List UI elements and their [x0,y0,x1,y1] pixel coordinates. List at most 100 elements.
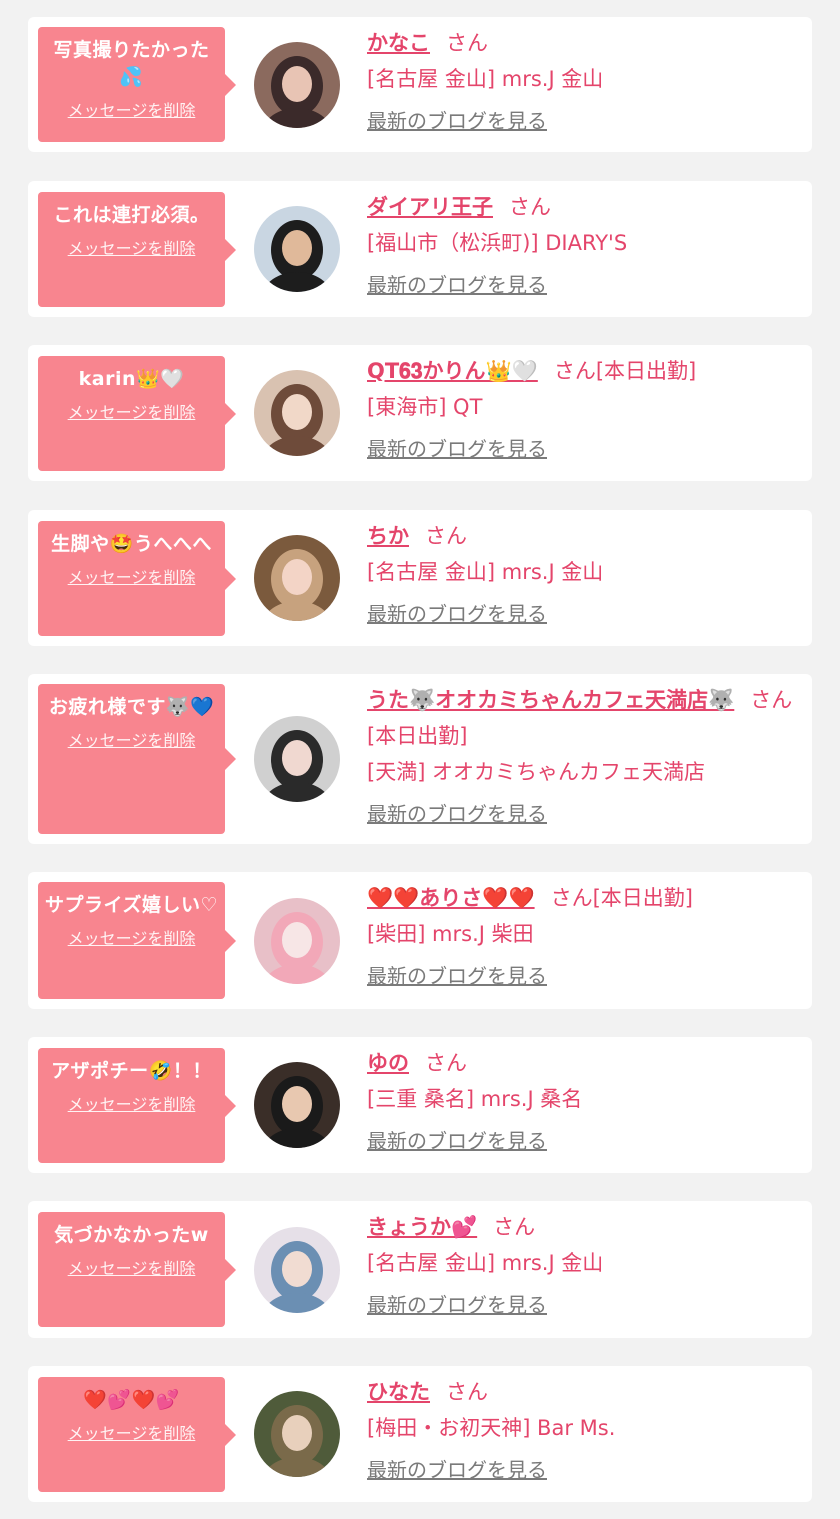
avatar-photo-icon [254,1062,340,1148]
sender-name-line: うた🐺オオカミちゃんカフェ天満店🐺 さん[本日出勤] [367,682,802,754]
sender-info: QT𝟔𝟑かりん👑🤍 さん[本日出勤] [東海市] QT 最新のブログを見る [367,353,802,467]
sender-suffix: さん [446,31,488,55]
avatar-photo-icon [254,1227,340,1313]
delete-message-link[interactable]: メッセージを削除 [38,1259,225,1279]
message-card: 気づかなかったw メッセージを削除 きょうか💕 さん [名古屋 金山] mrs.J 金山… [28,1201,812,1338]
view-blog-link[interactable]: 最新のブログを見る [367,267,802,303]
message-text: 写真撮りたかった💦 [53,39,210,88]
sender-suffix: さん[本日出勤] [550,886,693,910]
sender-info: うた🐺オオカミちゃんカフェ天満店🐺 さん[本日出勤] [天満] オオカミちゃんカフェ… [367,682,802,832]
message-card: お疲れ様です🐺💙 メッセージを削除 うた🐺オオカミちゃんカフェ天満店🐺 さん[本日出勤… [28,674,812,844]
sender-name-line: ❤️❤️ありさ❤️❤️ さん[本日出勤] [367,880,802,916]
message-bubble: ❤️💕❤️💕 メッセージを削除 [38,1377,236,1492]
sender-name-line: ちか さん [367,518,802,554]
message-card: サプライズ嬉しい♡ メッセージを削除 ❤️❤️ありさ❤️❤️ さん[本日出勤] [柴田]… [28,872,812,1009]
sender-name-link[interactable]: ゆの [367,1051,409,1075]
sender-suffix: さん [509,195,551,219]
avatar[interactable] [254,206,340,292]
sender-name-line: ひなた さん [367,1374,802,1410]
shop-label: [名古屋 金山] mrs.J 金山 [367,1251,604,1275]
message-bubble: お疲れ様です🐺💙 メッセージを削除 [38,684,236,834]
sender-name-line: QT𝟔𝟑かりん👑🤍 さん[本日出勤] [367,353,802,389]
sender-name-link[interactable]: かなこ [367,31,430,55]
avatar[interactable] [254,1227,340,1313]
shop-label: [名古屋 金山] mrs.J 金山 [367,560,604,584]
view-blog-link[interactable]: 最新のブログを見る [367,596,802,632]
message-text: 気づかなかったw [54,1224,209,1246]
sender-name-line: ゆの さん [367,1045,802,1081]
avatar[interactable] [254,898,340,984]
view-blog-link[interactable]: 最新のブログを見る [367,103,802,139]
sender-suffix: さん [493,1215,536,1239]
message-text: karin👑🤍 [78,368,185,390]
view-blog-link[interactable]: 最新のブログを見る [367,796,802,832]
message-bubble: 気づかなかったw メッセージを削除 [38,1212,236,1327]
sender-name-line: かなこ さん [367,25,802,61]
message-text: サプライズ嬉しい♡ [45,894,218,916]
avatar-photo-icon [254,370,340,456]
avatar[interactable] [254,535,340,621]
shop-label: [福山市（松浜町)] DIARY'S [367,231,628,255]
message-bubble: サプライズ嬉しい♡ メッセージを削除 [38,882,236,999]
shop-label: [三重 桑名] mrs.J 桑名 [367,1087,583,1111]
shop-label: [柴田] mrs.J 柴田 [367,922,534,946]
shop-label: [梅田・お初天神] Bar Ms. [367,1416,616,1440]
delete-message-link[interactable]: メッセージを削除 [38,1424,225,1444]
avatar[interactable] [254,716,340,802]
message-text: ❤️💕❤️💕 [83,1389,180,1411]
avatar-photo-icon [254,42,340,128]
view-blog-link[interactable]: 最新のブログを見る [367,1287,802,1323]
message-text: お疲れ様です🐺💙 [48,696,215,718]
avatar[interactable] [254,1062,340,1148]
sender-info: ひなた さん [梅田・お初天神] Bar Ms. 最新のブログを見る [367,1374,802,1488]
message-card: 写真撮りたかった💦 メッセージを削除 かなこ さん [名古屋 金山] mrs.J 金山最… [28,17,812,152]
message-card: ❤️💕❤️💕 メッセージを削除 ひなた さん [梅田・お初天神] Bar Ms. 最新のブ… [28,1366,812,1502]
avatar-photo-icon [254,535,340,621]
sender-name-line: きょうか💕 さん [367,1209,802,1245]
sender-info: ゆの さん [三重 桑名] mrs.J 桑名最新のブログを見る [367,1045,802,1159]
avatar-photo-icon [254,716,340,802]
avatar-photo-icon [254,1391,340,1477]
sender-name-link[interactable]: QT𝟔𝟑かりん👑🤍 [367,359,538,383]
message-card: アザポチー🤣！！ メッセージを削除 ゆの さん [三重 桑名] mrs.J 桑名最新のブ… [28,1037,812,1173]
delete-message-link[interactable]: メッセージを削除 [38,731,225,751]
delete-message-link[interactable]: メッセージを削除 [38,568,225,588]
message-bubble: 写真撮りたかった💦 メッセージを削除 [38,27,236,142]
delete-message-link[interactable]: メッセージを削除 [38,239,225,259]
delete-message-link[interactable]: メッセージを削除 [38,403,225,423]
sender-suffix: さん [425,1051,467,1075]
message-bubble: アザポチー🤣！！ メッセージを削除 [38,1048,236,1163]
sender-name-link[interactable]: ひなた [367,1380,430,1404]
message-bubble: 生脚や🤩うへへへ メッセージを削除 [38,521,236,636]
message-card: これは連打必須。 メッセージを削除 ダイアリ王子 さん [福山市（松浜町)] DIARY… [28,181,812,317]
sender-name-link[interactable]: ダイアリ王子 [367,195,493,219]
sender-info: きょうか💕 さん [名古屋 金山] mrs.J 金山最新のブログを見る [367,1209,802,1323]
sender-name-link[interactable]: ❤️❤️ありさ❤️❤️ [367,886,535,910]
sender-info: かなこ さん [名古屋 金山] mrs.J 金山最新のブログを見る [367,25,802,139]
message-bubble: これは連打必須。 メッセージを削除 [38,192,236,307]
sender-suffix: さん [446,1380,488,1404]
avatar[interactable] [254,42,340,128]
shop-label: [名古屋 金山] mrs.J 金山 [367,67,604,91]
message-text: アザポチー🤣！！ [51,1060,212,1082]
sender-name-link[interactable]: うた🐺オオカミちゃんカフェ天満店🐺 [367,688,734,712]
view-blog-link[interactable]: 最新のブログを見る [367,1452,802,1488]
delete-message-link[interactable]: メッセージを削除 [38,1095,225,1115]
sender-info: ちか さん [名古屋 金山] mrs.J 金山最新のブログを見る [367,518,802,632]
avatar[interactable] [254,370,340,456]
sender-suffix: さん[本日出勤] [553,359,697,383]
message-text: これは連打必須。 [53,204,210,226]
view-blog-link[interactable]: 最新のブログを見る [367,1123,802,1159]
delete-message-link[interactable]: メッセージを削除 [38,101,225,121]
view-blog-link[interactable]: 最新のブログを見る [367,431,802,467]
message-card: karin👑🤍 メッセージを削除 QT𝟔𝟑かりん👑🤍 さん[本日出勤] [東海市] QT… [28,345,812,481]
sender-suffix: さん [425,524,467,548]
sender-name-line: ダイアリ王子 さん [367,189,802,225]
view-blog-link[interactable]: 最新のブログを見る [367,958,802,994]
sender-info: ダイアリ王子 さん [福山市（松浜町)] DIARY'S 最新のブログを見る [367,189,802,303]
message-card: 生脚や🤩うへへへ メッセージを削除 ちか さん [名古屋 金山] mrs.J 金山最新の… [28,510,812,646]
sender-name-link[interactable]: ちか [367,524,409,548]
sender-name-link[interactable]: きょうか💕 [367,1215,477,1239]
delete-message-link[interactable]: メッセージを削除 [38,929,225,949]
avatar[interactable] [254,1391,340,1477]
